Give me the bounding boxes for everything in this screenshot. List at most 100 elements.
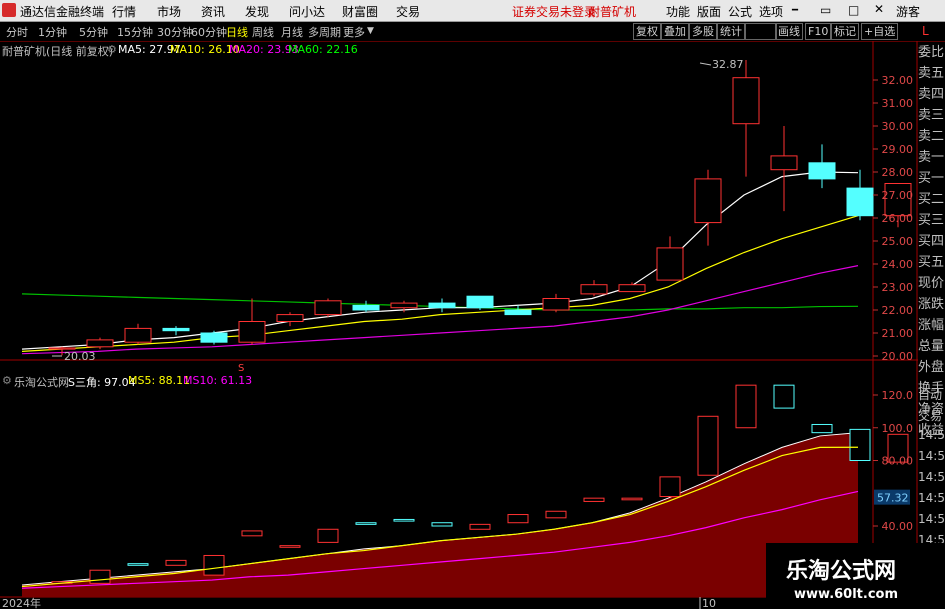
tick-time-label: 14:56 [918,428,945,442]
period-monthly[interactable]: 月线 [281,24,303,40]
app-logo-icon [2,3,16,17]
price-tick-label: 24.00 [882,258,914,271]
minimize-icon[interactable]: ━ [792,5,798,16]
candle-body [200,332,228,343]
indicator-box [697,415,719,476]
menu-options[interactable]: 选项 [759,3,783,20]
menu-function[interactable]: 功能 [666,3,690,20]
indicator-box [507,514,529,524]
candle-body [504,309,532,316]
menu-layout[interactable]: 版面 [697,3,721,20]
indicator-area [22,432,858,597]
low-marker-label: 20.03 [64,350,96,363]
quote-field-label: 买三 [918,213,945,228]
current-stock-link[interactable]: 耐普矿机 [588,3,636,20]
high-marker-arrow [699,62,712,66]
indicator-box [811,423,833,434]
f10-button[interactable]: F10 [805,23,832,40]
tick-time-label: 14:56 [918,512,945,526]
quote-field-label: 总量 [918,339,945,354]
period-30min[interactable]: 30分钟 [157,24,193,40]
menu-market[interactable]: 市场 [157,3,181,20]
quote-field-label: 外盘 [918,360,945,375]
restore-icon[interactable]: ▭ [820,3,831,17]
mark-button[interactable]: 标记 [831,23,859,40]
indicator-box [583,497,605,502]
ms10-label: MS10: 61.13 [183,374,253,387]
indicator-box [165,559,187,566]
price-tick-label: 23.00 [882,281,914,294]
tick-time-label: 14:56 [918,470,945,484]
overlay-button[interactable]: 叠加 [661,23,689,40]
indicator-box [659,476,681,498]
menu-assistant[interactable]: 问小达 [289,3,325,20]
menu-bar: 通达信金融终端 行情 市场 资讯 发现 问小达 财富圈 交易 证券交易未登录 耐… [0,0,945,22]
chevron-down-icon[interactable]: ▼ [367,26,374,36]
guest-link[interactable]: 游客 [896,3,920,20]
stats-button[interactable]: 统计 [717,23,745,40]
menu-wealth[interactable]: 财富圈 [342,3,378,20]
price-tick-label: 30.00 [882,120,914,133]
period-weekly[interactable]: 周线 [252,24,274,40]
watermark: 乐淘公式网 www.60lt.com [766,543,945,609]
period-15min[interactable]: 15分钟 [117,24,153,40]
quote-field-label: 卖二 [918,129,945,144]
indicator-box [279,545,301,548]
sub-tick-label: 40.00 [882,520,914,533]
candle-body [48,347,76,350]
quote-field-label: 卖三 [918,108,945,123]
multi-stock-button[interactable]: 多股 [689,23,717,40]
maximize-icon[interactable]: □ [848,3,859,17]
period-more[interactable]: 更多 [343,24,365,40]
quote-field-label: 卖五 [918,66,945,81]
tick-time-label: 14:56 [918,491,945,505]
close-icon[interactable]: ✕ [874,2,884,16]
price-tick-label: 31.00 [882,97,914,110]
menu-news[interactable]: 资讯 [201,3,225,20]
period-1min[interactable]: 1分钟 [38,24,67,40]
indicator-box [735,384,757,429]
mark-letter: L [922,24,929,38]
candle-body [542,298,570,311]
quote-field-label: 卖四 [918,87,945,102]
kline-chart[interactable]: 32.87 20.03 S 32.00 31.00 30.00 29.00 28.00 27.… [0,41,945,609]
candle-body [86,339,114,348]
period-intraday[interactable]: 分时 [6,24,28,40]
candle-body [694,178,722,224]
candle-body [352,304,380,311]
price-tick-label: 21.00 [882,327,914,340]
add-watchlist-button[interactable]: +自选 [861,23,899,40]
quote-field-label: 买二 [918,192,945,207]
adjust-button[interactable]: 复权 [633,23,661,40]
menu-trade[interactable]: 交易 [396,3,420,20]
trade-login-link[interactable]: 证券交易未登录 [512,3,596,20]
stock-title: 耐普矿机(日线 前复权) [2,45,114,58]
indicator-box [621,497,643,501]
current-value-label: 57.32 [877,492,909,505]
price-tick-label: 32.00 [882,74,914,87]
menu-quotes[interactable]: 行情 [112,3,136,20]
price-tick-label: 28.00 [882,166,914,179]
candle-body [770,155,798,171]
draw-line-button[interactable]: 画线 [775,23,803,40]
indicator-box [89,569,111,584]
price-tick-label: 25.00 [882,235,914,248]
event-marker-icon: S [238,363,244,374]
blank-tool-button[interactable] [745,23,777,40]
menu-formula[interactable]: 公式 [728,3,752,20]
settings-gear-icon[interactable]: ⚙ [107,43,117,56]
menu-discover[interactable]: 发现 [245,3,269,20]
period-60min[interactable]: 60分钟 [191,24,227,40]
candle-body [314,300,342,316]
candle-body [276,314,304,323]
period-multi[interactable]: 多周期 [308,24,341,40]
candle-body [238,321,266,343]
watermark-title: 乐淘公式网 [786,559,897,584]
ms5-label: MS5: 88.11 [128,374,191,387]
sub-settings-icon[interactable]: ⚙ [2,374,12,387]
indicator-box [203,554,225,576]
period-daily[interactable]: 日线 [226,24,248,40]
period-5min[interactable]: 5分钟 [79,24,108,40]
quote-field-label: 买四 [918,234,945,249]
sub-tick-label: 100.0 [882,422,914,435]
